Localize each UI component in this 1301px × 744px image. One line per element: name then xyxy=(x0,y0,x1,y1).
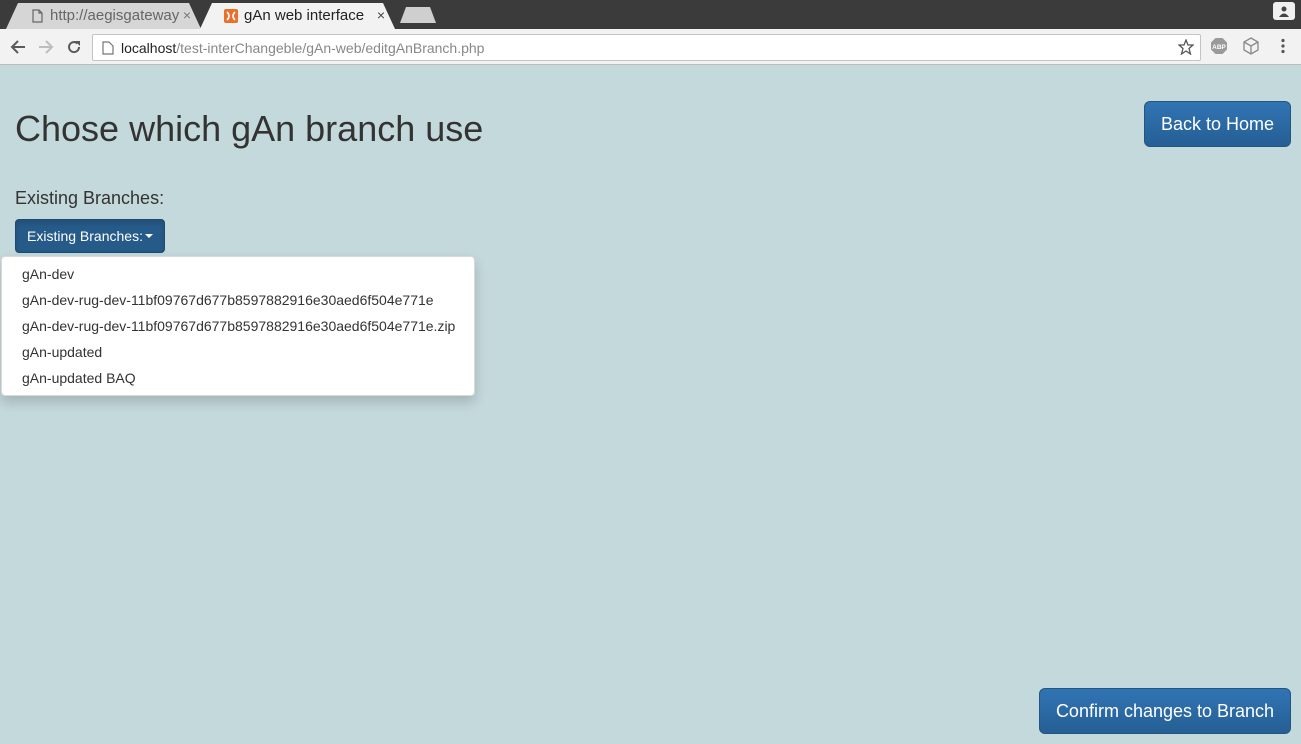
dropdown-item[interactable]: gAn-dev-rug-dev-11bf09767d677b8597882916… xyxy=(2,314,474,340)
tab-title: gAn web interface xyxy=(244,7,365,24)
forward-arrow-icon[interactable] xyxy=(35,36,57,58)
back-to-home-button[interactable]: Back to Home xyxy=(1144,101,1291,147)
address-bar[interactable]: localhost/test-interChangeble/gAn-web/ed… xyxy=(92,34,1201,61)
page-title: Chose which gAn branch use xyxy=(15,108,484,149)
tab-strip: http://aegisgateway × gAn web interface … xyxy=(0,0,1301,29)
browser-toolbar: localhost/test-interChangeble/gAn-web/ed… xyxy=(0,29,1301,65)
xampp-icon xyxy=(224,9,238,23)
existing-branches-label: Existing Branches: xyxy=(15,188,165,208)
page-icon xyxy=(102,41,114,55)
caret-down-icon xyxy=(144,234,153,238)
menu-dots-icon[interactable] xyxy=(1274,37,1292,55)
dropdown-toggle-label: Existing Branches: xyxy=(27,228,143,244)
bookmark-star-icon[interactable] xyxy=(1178,39,1194,55)
reload-icon[interactable] xyxy=(63,36,85,58)
url-text: localhost/test-interChangeble/gAn-web/ed… xyxy=(121,40,484,56)
tab-title: http://aegisgateway xyxy=(50,7,180,24)
url-host: localhost xyxy=(121,40,177,56)
abp-icon[interactable]: ABP xyxy=(1210,37,1228,55)
tab-aegisgateway[interactable]: http://aegisgateway × xyxy=(6,3,201,29)
dropdown-item[interactable]: gAn-updated BAQ xyxy=(2,366,474,392)
svg-text:ABP: ABP xyxy=(1212,44,1226,51)
dropdown-item[interactable]: gAn-dev-rug-dev-11bf09767d677b8597882916… xyxy=(2,288,474,314)
branches-dropdown-menu: gAn-dev gAn-dev-rug-dev-11bf09767d677b85… xyxy=(1,256,475,396)
person-icon xyxy=(1279,6,1289,17)
tab-close-icon[interactable]: × xyxy=(183,7,191,23)
profile-icon[interactable] xyxy=(1273,2,1295,20)
confirm-changes-button[interactable]: Confirm changes to Branch xyxy=(1039,688,1291,734)
url-path: /test-interChangeble/gAn-web/editgAnBran… xyxy=(176,40,485,56)
tab-gan-web-interface[interactable]: gAn web interface × xyxy=(200,3,395,29)
tab-close-icon[interactable]: × xyxy=(377,7,385,23)
branches-dropdown-toggle[interactable]: Existing Branches: xyxy=(15,219,165,253)
page-icon xyxy=(32,9,43,23)
new-tab-button[interactable] xyxy=(400,7,436,23)
dropdown-item[interactable]: gAn-updated xyxy=(2,340,474,366)
cube-icon[interactable] xyxy=(1242,37,1260,55)
dropdown-item[interactable]: gAn-dev xyxy=(2,262,474,288)
back-arrow-icon[interactable] xyxy=(7,36,29,58)
